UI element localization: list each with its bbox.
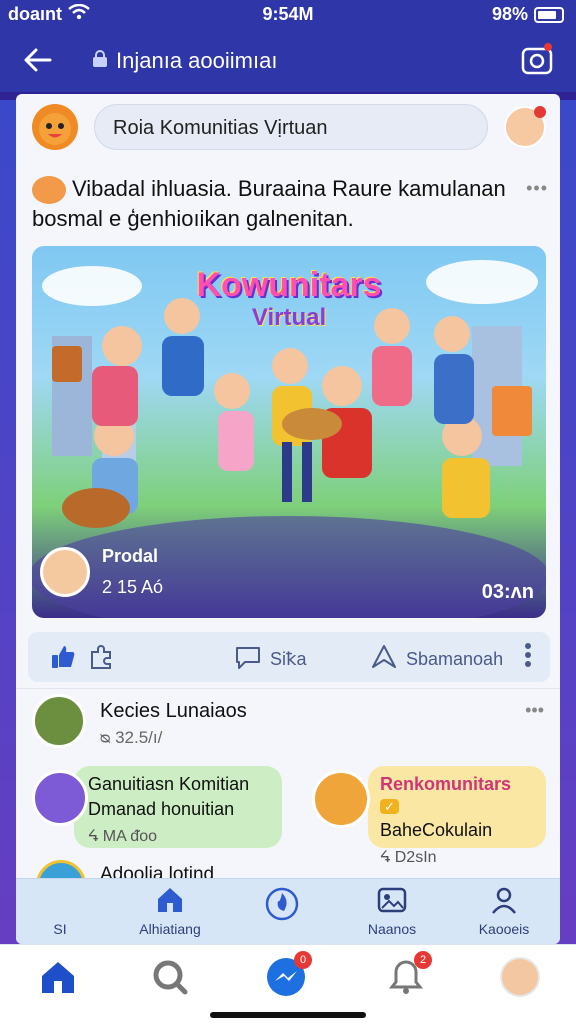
status-right: 98% [492,4,564,25]
back-arrow-icon[interactable] [20,42,56,78]
author-name[interactable]: Prodal [102,546,163,567]
subnav-label: Alhiatiang [139,921,201,937]
subnav-item-person[interactable]: Kaooeis [454,885,554,937]
flame-icon [264,885,300,921]
home-icon [155,885,185,915]
community-subnav: SI Alhiatiang Naanos Kaooeis [16,878,560,944]
puzzle-icon [88,644,114,675]
subnav-label: Naanos [367,921,417,937]
smile-emoji-icon [32,176,66,205]
notifications-badge: 2 [414,951,432,969]
subnav-item-media[interactable]: Naanos [342,885,442,937]
nav-search-icon[interactable] [150,957,190,997]
subnav-label: SI [53,921,67,937]
post-more-icon[interactable]: ••• [526,178,548,199]
divider [16,688,560,689]
notification-dot [534,106,546,118]
nav-profile-avatar[interactable] [500,957,540,997]
subnav-item-si[interactable]: SI [16,885,110,937]
suggestion-subtitle: BaheCokulain [380,820,493,840]
subnav-item-flame[interactable] [232,885,332,927]
post-text: Vibadal ihluasia. Buraaina Raure kamulan… [32,174,532,234]
profile-avatar[interactable] [504,106,546,148]
suggestion-avatar-2[interactable] [312,770,370,828]
verified-badge-icon: ✓ [380,799,399,814]
nav-home-icon[interactable] [38,957,78,997]
member-name: Kecies Lunaiaos [100,700,247,722]
person-icon [489,885,519,915]
suggestion-subtitle: Dmanad honuitian [88,799,235,819]
member-meta: ᴓ 32.5/ı/ [100,728,163,747]
battery-icon [534,6,564,23]
suggestion-card-1[interactable]: Ganuitiasn Komitian Dmanad honuitian ᖧ M… [74,766,282,848]
search-input[interactable]: Roia Komunitias Vịrtuan [94,104,488,150]
nav-messenger-icon[interactable]: 0 [266,951,312,997]
hero-title: Kowunitars [196,266,382,304]
like-button[interactable] [50,644,76,675]
share-icon [370,644,398,675]
post-time: 03:ʌn [481,581,534,603]
status-time: 9:54M [262,4,314,24]
author-meta: 2 15 Aó [102,577,164,597]
lock-icon [92,48,108,74]
share-button[interactable]: Sbamanoah [370,644,503,675]
home-indicator [210,1012,366,1018]
subnav-item-home[interactable]: Alhiatiang [120,885,220,937]
suggestion-title-text: Renkomunitars [380,774,512,794]
page-title-container: Injanıa aooiimıaı [92,48,277,74]
post-actions-bar: Siꝁa Sbamanoah [28,632,550,682]
app-logo-icon[interactable] [32,104,78,150]
post-image[interactable]: Kowunitars Virtual Prodal 2 15 Aó 03:ʌn [32,246,546,618]
post-body: Vibadal ihluasia. Buraaina Raure kamulan… [32,176,506,232]
nav-notifications-icon[interactable]: 2 [386,951,432,997]
subnav-label: Kaooeis [478,921,530,937]
suggestion-meta: ᖧ MA ᵭoo [88,828,157,845]
suggestion-title: Renkomunitars ✓ [380,774,534,816]
suggestion-title: Ganuitiasn Komitian [88,774,250,794]
comment-label: Siꝁa [270,649,307,669]
suggestion-avatar-1[interactable] [32,770,88,826]
image-icon [377,885,407,915]
more-vertical-icon[interactable] [524,642,532,668]
share-label: Sbamanoah [406,649,504,669]
search-row: Roia Komunitias Vịrtuan [16,94,560,164]
author-avatar[interactable] [40,547,90,597]
author-info: Prodal 2 15 Aó [40,546,163,598]
messenger-badge: 0 [294,951,312,969]
comment-icon [234,644,262,675]
hero-subtitle: Virtual [251,304,327,331]
camera-icon[interactable] [520,42,554,76]
thumbs-up-icon [50,644,76,675]
member-more-icon[interactable]: ••• [525,700,544,721]
react-button[interactable] [88,644,114,675]
suggestion-card-2[interactable]: Renkomunitars ✓ BaheCokulain ᖧ D2sIn [368,766,546,866]
status-bar: doaınt 9:54M 98% [0,0,576,30]
comment-button[interactable]: Siꝁa [234,644,307,675]
top-app-bar: Injanıa aooiimıaı [0,30,576,92]
battery-text: 98% [491,4,528,24]
member-row[interactable]: Kecies Lunaiaos ᴓ 32.5/ı/ ••• [32,694,544,754]
member-avatar[interactable] [32,694,86,748]
feed-card: Roia Komunitias Vịrtuan Vibadal ihluasia… [16,94,560,944]
page-title: Injanıa aooiimıaı [116,48,278,73]
